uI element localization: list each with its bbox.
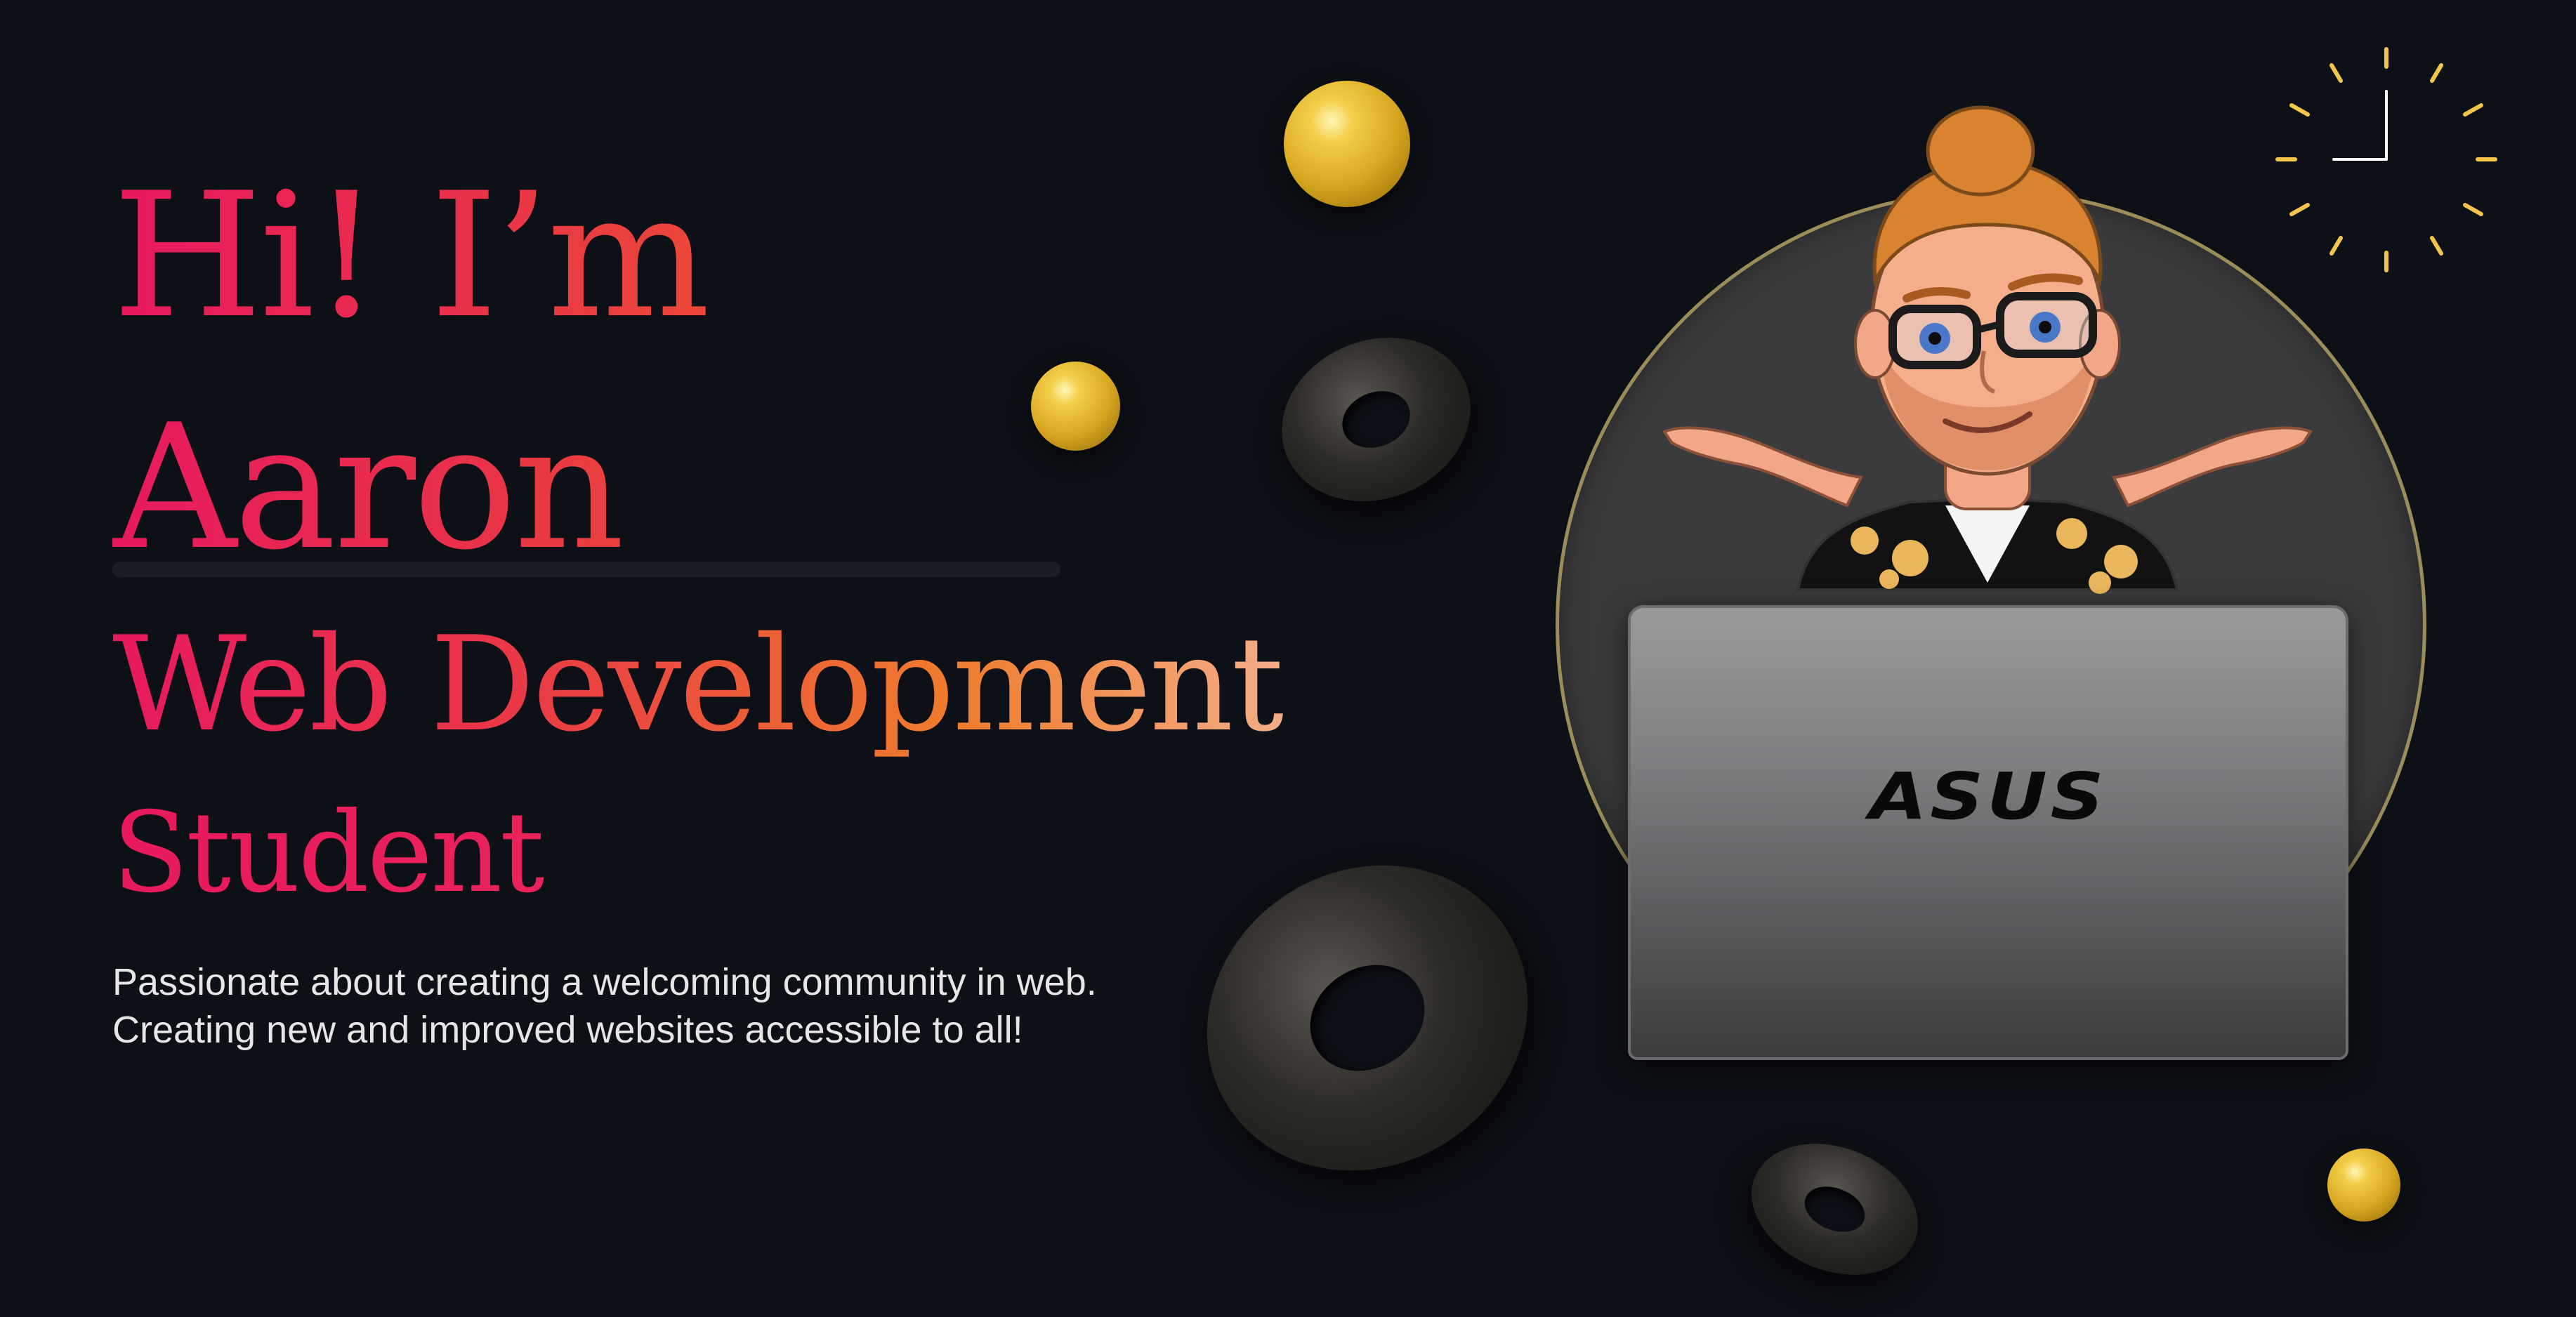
- heading-divider: [112, 562, 1060, 577]
- tagline-line-2: Creating new and improved websites acces…: [112, 1009, 1023, 1051]
- dark-torus-bottom: [1732, 1120, 1938, 1299]
- tagline-line-1: Passionate about creating a welcoming co…: [112, 961, 1097, 1003]
- gold-sphere-large: [1284, 81, 1410, 207]
- role-heading: Web Development Student: [112, 600, 1306, 937]
- avatar-illustration: [1662, 105, 2313, 594]
- greeting-line-1: Hi! I’m: [112, 156, 708, 356]
- role-line-2: Student: [112, 769, 1306, 937]
- gold-sphere-small: [2327, 1149, 2400, 1222]
- role-line-1: Web Development: [112, 608, 1282, 760]
- hero-section: Hi! I’m Aaron Web Development Student Pa…: [0, 0, 2576, 1317]
- hero-text: Hi! I’m Aaron Web Development Student Pa…: [112, 140, 1306, 1051]
- tagline: Passionate about creating a welcoming co…: [112, 958, 1306, 1054]
- laptop-brand-logo: ASUS: [1869, 759, 2108, 834]
- laptop: ASUS: [1628, 605, 2348, 1060]
- gold-sphere-medium: [1031, 362, 1120, 451]
- clock-icon: [2275, 47, 2497, 272]
- greeting-heading: Hi! I’m Aaron: [112, 140, 730, 604]
